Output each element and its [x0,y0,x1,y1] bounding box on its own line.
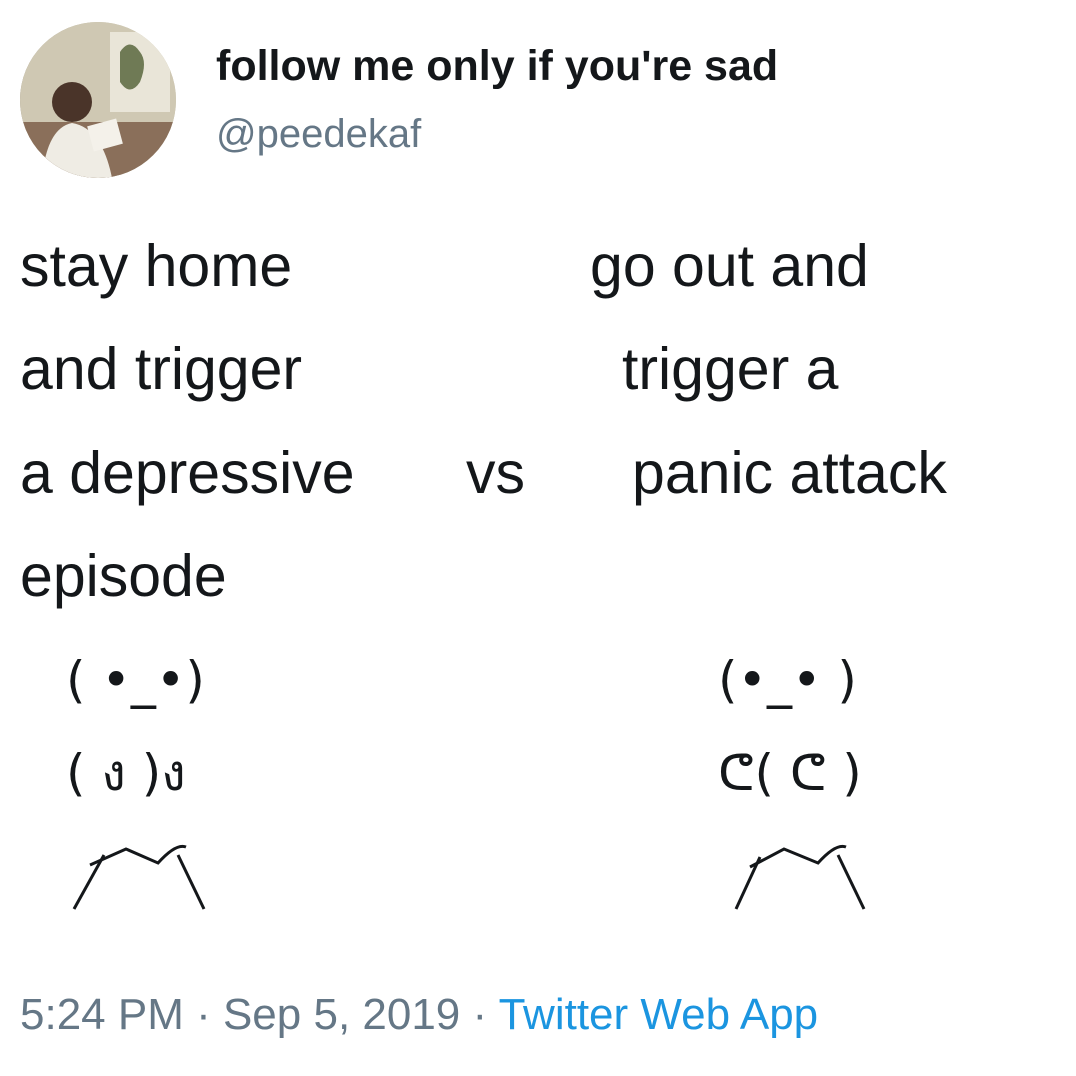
vs-text: vs [466,440,525,506]
left-text-line-3: a depressive [20,440,355,506]
right-figure-legs-icon [734,844,866,910]
tweet-timestamp[interactable]: 5:24 PM · Sep 5, 2019 · [20,990,499,1039]
left-figure-body: ( ง )ง [66,744,186,802]
left-figure-legs-icon [72,844,206,910]
profile-photo-icon [20,22,176,178]
right-text-line-2: trigger a [622,336,839,402]
user-handle[interactable]: @peedekaf [216,112,421,157]
avatar[interactable] [20,22,176,178]
tweet-metadata: 5:24 PM · Sep 5, 2019 · Twitter Web App [20,990,818,1040]
display-name[interactable]: follow me only if you're sad [216,42,778,91]
tweet-source-link[interactable]: Twitter Web App [499,990,819,1039]
left-text-line-1: stay home [20,233,293,299]
left-text-line-4: episode [20,543,227,609]
right-text-line-3: panic attack [632,440,947,506]
left-text-line-2: and trigger [20,336,303,402]
right-text-line-1: go out and [590,233,869,299]
right-figure-body: ᕦ( ᕦ ) [718,744,862,802]
left-figure-head: ( •_•) [66,651,205,709]
right-figure-head: (•_• ) [718,651,857,709]
